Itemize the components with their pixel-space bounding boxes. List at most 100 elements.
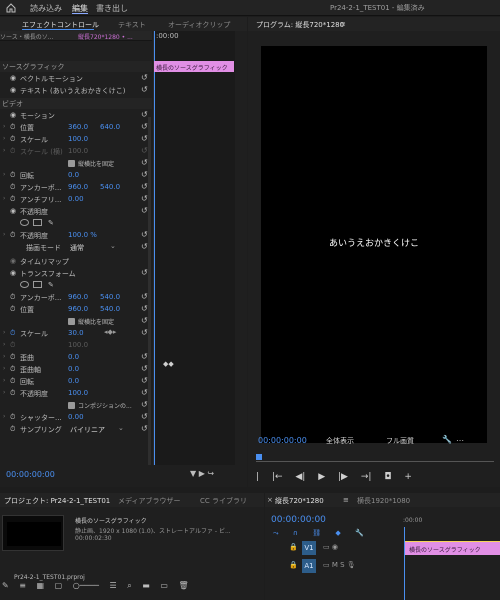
- trash-icon[interactable]: 🗑: [178, 581, 188, 590]
- row-t-rotation[interactable]: › ⏱ 回転 0.0 ↺: [0, 376, 152, 387]
- snap-icon[interactable]: ∩: [293, 529, 298, 537]
- timeline-clip[interactable]: 横長のソースグラフィック: [405, 541, 500, 555]
- stopwatch-icon[interactable]: ⏱: [10, 413, 15, 422]
- blend-mode-select[interactable]: 通常: [70, 243, 84, 253]
- sequence-timecode[interactable]: 00:00:00:00: [271, 515, 326, 525]
- sort-icon[interactable]: ☰: [110, 581, 117, 590]
- sampling-select[interactable]: バイリニア: [70, 425, 105, 435]
- close-icon[interactable]: ×: [267, 496, 273, 504]
- step-back-icon[interactable]: ◀|: [295, 472, 305, 482]
- t-anchor-x-value[interactable]: 960.0: [68, 293, 88, 301]
- stopwatch-icon[interactable]: ⏱: [10, 123, 15, 132]
- tab-cc-libraries[interactable]: CC ライブラリ: [200, 496, 247, 506]
- nest-icon[interactable]: ⤳: [273, 529, 279, 538]
- row-uniform-scale[interactable]: 縦横比を固定 ↺: [0, 158, 152, 169]
- row-t-uniform-scale[interactable]: 縦横比を固定 ↺: [0, 316, 152, 327]
- stopwatch-icon[interactable]: ⏱: [10, 195, 15, 204]
- nav-import[interactable]: 読み込み: [30, 3, 62, 14]
- linked-icon[interactable]: ⛓: [312, 529, 321, 537]
- quality-select[interactable]: フル画質: [386, 436, 414, 446]
- twirl-icon[interactable]: ›: [3, 123, 5, 130]
- write-icon[interactable]: ✎: [2, 581, 9, 590]
- row-blend-mode[interactable]: 描画モード 通常 ⌄ ↺: [0, 242, 152, 253]
- rectangle-mask-icon[interactable]: [33, 281, 42, 288]
- reset-icon[interactable]: ↺: [141, 122, 148, 131]
- t-rotation-value[interactable]: 0.0: [68, 377, 79, 385]
- tab-media-browser[interactable]: メディアブラウザー: [118, 496, 181, 506]
- row-t-anchor[interactable]: ⏱ アンカーポ... 960.0 540.0 ↺: [0, 292, 152, 303]
- scale-value[interactable]: 100.0: [68, 135, 88, 143]
- row-t-skew[interactable]: › ⏱ 歪曲 0.0 ↺: [0, 352, 152, 363]
- reset-icon[interactable]: ↺: [141, 85, 148, 94]
- eye-icon[interactable]: ◉: [10, 74, 16, 82]
- stopwatch-icon[interactable]: ⏱: [10, 293, 15, 302]
- wrench-icon[interactable]: 🔧: [442, 435, 452, 444]
- sequence-clip-label[interactable]: 縦長720*1280 • ...: [78, 32, 133, 41]
- t-skew-axis-value[interactable]: 0.0: [68, 365, 79, 373]
- row-text-layer[interactable]: ◉ テキスト (あいうえおかきくけこ) ↺: [0, 85, 152, 96]
- t-anchor-y-value[interactable]: 540.0: [100, 293, 120, 301]
- tab-sequence-vertical[interactable]: 縦長720*1280: [275, 496, 324, 506]
- rectangle-mask-icon[interactable]: [33, 219, 42, 226]
- lock-icon[interactable]: 🔒: [289, 543, 298, 551]
- reset-icon[interactable]: ↺: [141, 182, 148, 191]
- stopwatch-icon[interactable]: ⏱: [10, 377, 15, 386]
- twirl-icon[interactable]: ›: [3, 389, 5, 396]
- row-vector-motion[interactable]: ◉ ベクトルモーション ↺: [0, 73, 152, 84]
- twirl-icon[interactable]: ›: [3, 329, 5, 336]
- ellipse-mask-icon[interactable]: [20, 219, 29, 226]
- reset-icon[interactable]: ↺: [141, 400, 148, 409]
- zoom-slider[interactable]: ○────: [73, 581, 99, 590]
- reset-icon[interactable]: ↺: [141, 412, 148, 421]
- icon-view-icon[interactable]: ▦: [37, 581, 45, 590]
- stopwatch-icon[interactable]: ⏱: [10, 425, 15, 434]
- go-to-in-icon[interactable]: |←: [272, 472, 283, 482]
- track-a1-label[interactable]: A1: [302, 559, 316, 573]
- wrench-icon[interactable]: 🔧: [355, 529, 364, 537]
- t-uniform-scale-checkbox[interactable]: [68, 318, 75, 325]
- keyframe-nav-icon[interactable]: ◂◆▸: [104, 328, 116, 336]
- stopwatch-icon[interactable]: ⏱: [10, 305, 15, 314]
- filter-icon[interactable]: ▼ ▶ ↪: [190, 469, 214, 478]
- new-bin-icon[interactable]: ▬: [142, 581, 150, 590]
- chevron-down-icon[interactable]: ⌄: [118, 424, 124, 432]
- rotation-value[interactable]: 0.0: [68, 171, 79, 179]
- eye-icon[interactable]: ◉: [10, 86, 16, 94]
- stopwatch-icon[interactable]: ⏱: [10, 231, 15, 240]
- twirl-icon[interactable]: ›: [3, 231, 5, 238]
- tab-text[interactable]: テキスト: [118, 20, 146, 30]
- row-opacity-value[interactable]: › ⏱ 不透明度 100.0 % ↺: [0, 230, 152, 241]
- program-timecode[interactable]: 00:00:00:00: [258, 436, 307, 445]
- position-x-value[interactable]: 360.0: [68, 123, 88, 131]
- stopwatch-icon[interactable]: ⏱: [10, 389, 15, 398]
- reset-icon[interactable]: ↺: [141, 134, 148, 143]
- tab-project[interactable]: プロジェクト: Pr24-2-1_TEST01: [4, 496, 110, 506]
- mini-playhead[interactable]: [154, 31, 155, 484]
- keyframe-icons[interactable]: ◆◆: [163, 360, 174, 368]
- anchor-y-value[interactable]: 540.0: [100, 183, 120, 191]
- track-v1-label[interactable]: V1: [302, 541, 316, 555]
- source-label[interactable]: ソース・横長のソ...: [0, 32, 53, 41]
- t-scale-value[interactable]: 30.0: [68, 329, 84, 337]
- reset-icon[interactable]: ↺: [141, 242, 148, 251]
- twirl-icon[interactable]: ›: [3, 377, 5, 384]
- row-t-sampling[interactable]: ⏱ サンプリング バイリニア ⌄ ↺: [0, 424, 152, 435]
- reset-icon[interactable]: ↺: [141, 73, 148, 82]
- row-time-remap[interactable]: ◉ タイムリマップ: [0, 256, 152, 267]
- mark-in-icon[interactable]: |: [256, 472, 259, 482]
- lock-icon[interactable]: 🔒: [289, 561, 298, 569]
- position-y-value[interactable]: 640.0: [100, 123, 120, 131]
- reset-icon[interactable]: ↺: [141, 292, 148, 301]
- antiflicker-value[interactable]: 0.00: [68, 195, 84, 203]
- stopwatch-icon[interactable]: ⏱: [10, 183, 15, 192]
- program-time-ruler[interactable]: [256, 454, 494, 462]
- twirl-icon[interactable]: ›: [3, 135, 5, 142]
- t-position-x-value[interactable]: 960.0: [68, 305, 88, 313]
- export-frame-icon[interactable]: ◘: [384, 472, 391, 482]
- twirl-icon[interactable]: ›: [3, 195, 5, 202]
- reset-icon[interactable]: ↺: [141, 364, 148, 373]
- row-t-skew-axis[interactable]: › ⏱ 歪曲軸 0.0 ↺: [0, 364, 152, 375]
- reset-icon[interactable]: ↺: [141, 424, 148, 433]
- tab-sequence-horizontal[interactable]: 横長1920*1080: [357, 496, 410, 506]
- row-t-shutter[interactable]: › ⏱ シャッター... 0.00 ↺: [0, 412, 152, 423]
